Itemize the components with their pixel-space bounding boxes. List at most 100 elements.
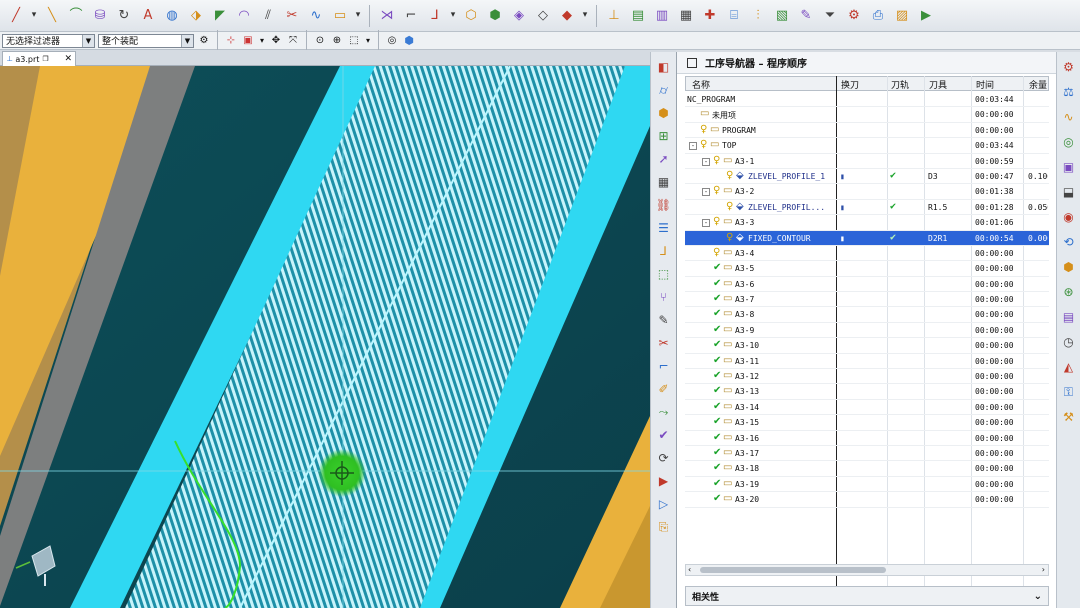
dependencies-panel[interactable]: 相关性 ⌄ (685, 586, 1049, 606)
roles-icon[interactable]: ◉ (1060, 208, 1078, 226)
post-icon[interactable]: ⎘ (655, 518, 673, 536)
view-icon[interactable]: ◎ (385, 31, 399, 51)
scroll-left-icon[interactable]: ‹ (688, 565, 691, 574)
tab-a3-prt[interactable]: ⟂ a3.prt ❐ ✕ (2, 51, 76, 66)
cylinder-icon[interactable]: ⛁ (90, 6, 110, 26)
select-icon[interactable]: ⬚ (655, 265, 673, 283)
fillet-icon[interactable]: ⌐ (401, 6, 421, 26)
table-row[interactable]: ♀ ▭ PROGRAM 00:00:00 (685, 123, 1049, 139)
machine-icon[interactable]: ⌸ (724, 6, 744, 26)
plane-icon[interactable]: ◧ (655, 58, 673, 76)
table-row[interactable]: ✔ ▭ A3-7 00:00:00 (685, 292, 1049, 308)
path-icon[interactable]: ⤳ (655, 403, 673, 421)
table-row[interactable]: ✔ ▭ A3-13 00:00:00 (685, 384, 1049, 400)
table-row[interactable]: ✔ ▭ A3-5 00:00:00 (685, 261, 1049, 277)
curve-icon[interactable]: ∿ (306, 6, 326, 26)
text-icon[interactable]: A (138, 6, 158, 26)
table-row[interactable]: NC_PROGRAM 00:03:44 (685, 92, 1049, 108)
layer-icon[interactable]: ☰ (655, 219, 673, 237)
part-icon[interactable]: ⬓ (1060, 183, 1078, 201)
table-row[interactable]: ✔ ▭ A3-20 00:00:00 (685, 492, 1049, 508)
snap-icon[interactable]: ⚙ (197, 31, 211, 51)
col-path-header[interactable]: 刀轨 (891, 78, 909, 91)
edit-icon[interactable]: ✎ (796, 6, 816, 26)
trim-icon[interactable]: ✂ (282, 6, 302, 26)
system-icon[interactable]: ⊛ (1060, 283, 1078, 301)
tool5-icon[interactable]: ◆ (557, 6, 577, 26)
geometry-icon[interactable]: ▥ (652, 6, 672, 26)
verify-icon[interactable]: ▶ (655, 472, 673, 490)
cube-icon[interactable]: ⬢ (655, 104, 673, 122)
edit-icon[interactable]: ✎ (655, 311, 673, 329)
scrollbar-thumb[interactable] (700, 567, 886, 573)
rectangle-icon[interactable]: ▭ (330, 6, 350, 26)
create-icon[interactable]: ✚ (700, 6, 720, 26)
scroll-right-icon[interactable]: › (1042, 565, 1045, 574)
bend-icon[interactable]: ⅃ (425, 6, 445, 26)
document-icon[interactable]: ▤ (1060, 308, 1078, 326)
point-icon[interactable]: ⊹ (224, 31, 238, 51)
table-row[interactable]: - ♀ ▭ A3-1 00:00:59 (685, 154, 1049, 169)
sketch-icon[interactable]: ✐ (655, 380, 673, 398)
palette-icon[interactable]: ◭ (1060, 358, 1078, 376)
collapse-toggle-icon[interactable]: - (702, 219, 710, 228)
table-row[interactable]: ✔ ▭ A3-16 00:00:00 (685, 431, 1049, 446)
gen-icon[interactable]: ⟳ (655, 449, 673, 467)
cursor-icon[interactable]: ⊕ (330, 31, 344, 51)
axes-icon[interactable]: ⊥ (604, 6, 624, 26)
table-row[interactable]: ♀⬙ FIXED_CONTOUR ▮ ✔ D2R1 00:00:54 0.000 (685, 230, 1049, 246)
layout-icon[interactable]: ▣ (1060, 158, 1078, 176)
assembly-icon[interactable]: ⛓ (655, 196, 673, 214)
tree-icon[interactable]: ⑂ (655, 288, 673, 306)
tool-icon[interactable]: ⬡ (461, 6, 481, 26)
maximize-icon[interactable] (687, 57, 697, 68)
chevron-down-icon[interactable]: ⌄ (1034, 591, 1042, 602)
table-row[interactable]: ✔ ▭ A3-9 00:00:00 (685, 323, 1049, 339)
collapse-toggle-icon[interactable]: - (702, 157, 710, 166)
tool2-icon[interactable]: ⬢ (485, 6, 505, 26)
table-row[interactable]: ✔ ▭ A3-12 00:00:00 (685, 369, 1049, 385)
line-icon[interactable]: ╱ (6, 6, 26, 26)
blend-icon[interactable]: ◠ (234, 6, 254, 26)
tool3-icon[interactable]: ◈ (509, 6, 529, 26)
col-time-header[interactable]: 时间 (976, 78, 994, 91)
move-icon[interactable]: ✥ (269, 31, 283, 51)
shop-doc-icon[interactable]: ▨ (892, 6, 912, 26)
dropdown-icon[interactable]: ▾ (364, 31, 372, 51)
dropdown-icon[interactable]: ▾ (30, 6, 38, 26)
table-row[interactable]: - ♀ ▭ A3-2 00:01:38 (685, 184, 1049, 200)
box-select-icon[interactable]: ⬚ (347, 31, 361, 51)
tool4-icon[interactable]: ◇ (533, 6, 553, 26)
table-row[interactable]: ✔ ▭ A3-10 00:00:00 (685, 338, 1049, 354)
tube-icon[interactable]: ⌭ (655, 81, 673, 99)
col-stock-header[interactable]: 余量 (1029, 78, 1047, 91)
gear-icon[interactable]: ⚙ (844, 6, 864, 26)
trim-icon[interactable]: ✂ (655, 334, 673, 352)
verify-icon[interactable]: ▶ (916, 6, 936, 26)
transform-icon[interactable]: ⤧ (286, 31, 300, 51)
table-row[interactable]: ♀⬙ ZLEVEL_PROFIL... ▮ ✔ R1.5 00:01:28 0.050 (685, 200, 1049, 216)
sim-icon[interactable]: ▷ (655, 495, 673, 513)
col-tool-change-header[interactable]: 换刀 (841, 78, 859, 91)
collapse-toggle-icon[interactable]: - (689, 142, 697, 151)
brush-icon[interactable]: ⚒ (1060, 408, 1078, 426)
table-row[interactable]: ✔ ▭ A3-15 00:00:00 (685, 415, 1049, 431)
close-icon[interactable]: ✕ (64, 54, 72, 64)
postprocess-icon[interactable]: ⎙ (868, 6, 888, 26)
scope-select[interactable]: 整个装配 ▼ (98, 33, 194, 48)
horizontal-scrollbar[interactable]: ‹ › (685, 564, 1049, 576)
table-row[interactable]: ✔ ▭ A3-6 00:00:00 (685, 277, 1049, 293)
col-tool-header[interactable]: 刀具 (929, 78, 947, 91)
table-row[interactable]: ✔ ▭ A3-8 00:00:00 (685, 307, 1049, 323)
table-row[interactable]: ▭ 未用项 00:00:00 (685, 107, 1049, 123)
table-row[interactable]: ✔ ▭ A3-18 00:00:00 (685, 461, 1049, 477)
dropdown-icon[interactable]: ▾ (258, 31, 266, 51)
filter-icon[interactable]: ⏷ (820, 6, 840, 26)
measure-icon[interactable]: ⊞ (655, 127, 673, 145)
analysis-icon[interactable]: ⚖ (1060, 83, 1078, 101)
table-row[interactable]: - ♀ ▭ TOP 00:03:44 (685, 138, 1049, 154)
line2-icon[interactable]: ╲ (42, 6, 62, 26)
report-icon[interactable]: ▧ (772, 6, 792, 26)
gear-icon[interactable]: ⚙ (1060, 58, 1078, 76)
key-icon[interactable]: ⚿ (1060, 383, 1078, 401)
